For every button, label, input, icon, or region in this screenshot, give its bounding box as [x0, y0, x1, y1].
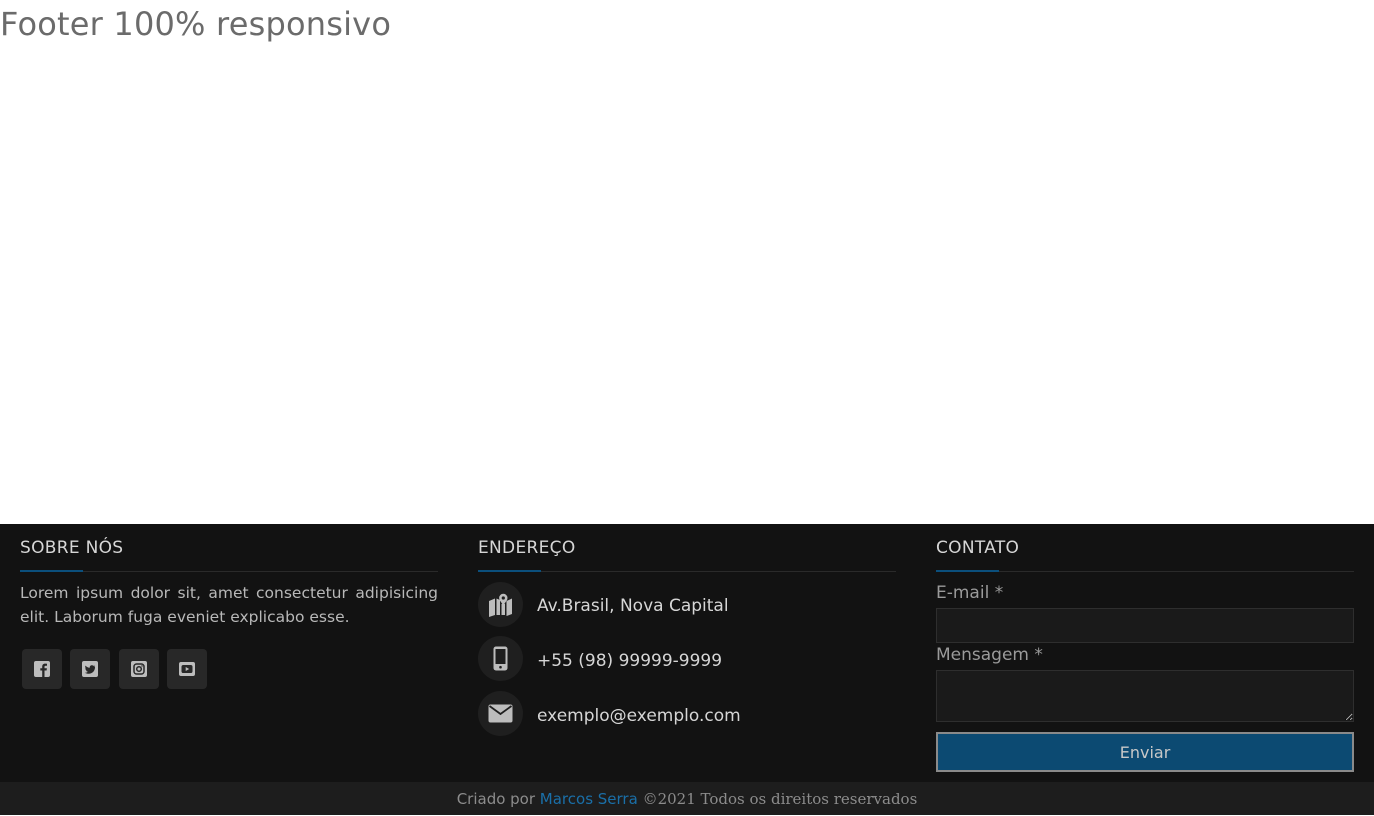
- about-heading: SOBRE NÓS: [20, 538, 124, 558]
- message-field[interactable]: [936, 670, 1354, 722]
- message-label: Mensagem *: [936, 645, 1043, 665]
- credit-prefix: Criado por: [456, 790, 540, 808]
- instagram-link[interactable]: [119, 649, 159, 689]
- twitter-link[interactable]: [70, 649, 110, 689]
- mobile-phone-icon: [493, 646, 508, 671]
- email-icon-badge: [478, 691, 523, 736]
- map-icon-badge: [478, 582, 523, 627]
- twitter-icon: [82, 661, 98, 677]
- address-email: exemplo@exemplo.com: [537, 706, 741, 726]
- address-heading: ENDEREÇO: [478, 538, 576, 558]
- address-divider-accent: [478, 570, 541, 572]
- copyright-text: ©2021 Todos os direitos reservados: [637, 790, 918, 808]
- author-link[interactable]: Marcos Serra: [540, 790, 638, 808]
- youtube-link[interactable]: [167, 649, 207, 689]
- youtube-icon: [179, 662, 195, 676]
- facebook-link[interactable]: [22, 649, 62, 689]
- contact-divider-accent: [936, 570, 999, 572]
- phone-icon-badge: [478, 636, 523, 681]
- about-divider-accent: [20, 570, 83, 572]
- email-label: E-mail *: [936, 583, 1004, 603]
- facebook-icon: [34, 661, 50, 677]
- address-street: Av.Brasil, Nova Capital: [537, 596, 729, 616]
- envelope-icon: [488, 704, 513, 723]
- contact-heading: CONTATO: [936, 538, 1020, 558]
- about-text: Lorem ipsum dolor sit, amet consectetur …: [20, 584, 438, 626]
- site-footer: SOBRE NÓS Lorem ipsum dolor sit, amet co…: [0, 524, 1374, 782]
- copyright-bar: Criado por Marcos Serra ©2021 Todos os d…: [0, 782, 1374, 815]
- map-icon: [489, 593, 512, 617]
- submit-button[interactable]: Enviar: [936, 732, 1354, 772]
- address-phone: +55 (98) 99999-9999: [537, 651, 723, 671]
- page-title: Footer 100% responsivo: [0, 5, 392, 43]
- email-field[interactable]: [936, 608, 1354, 643]
- instagram-icon: [131, 661, 147, 677]
